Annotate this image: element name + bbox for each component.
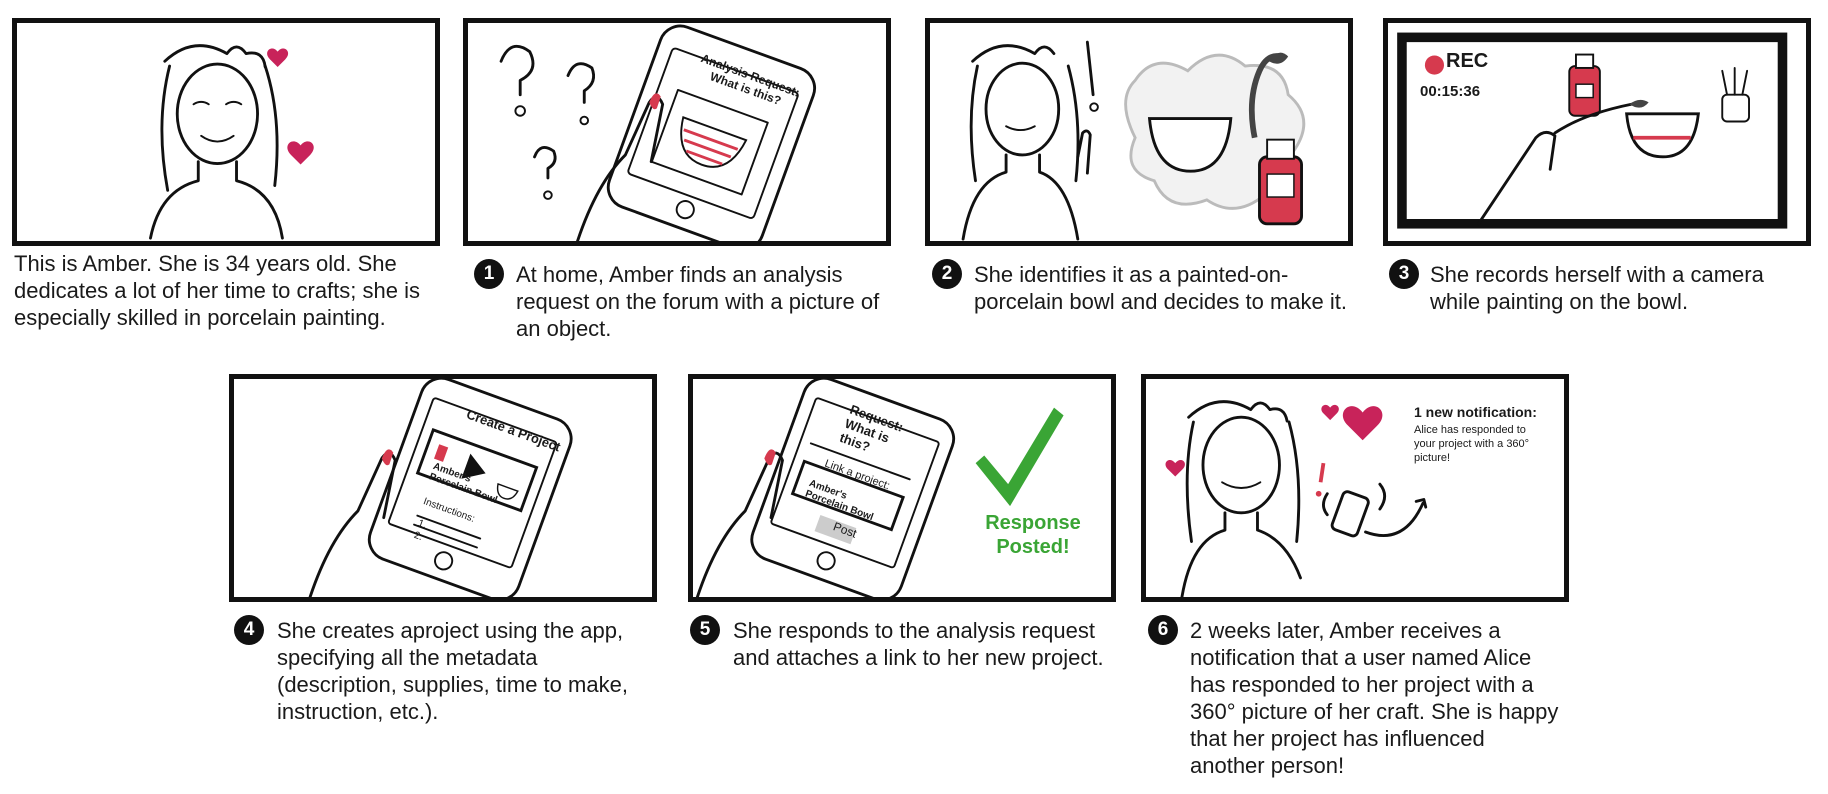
question-mark-icon bbox=[533, 146, 557, 180]
record-icon bbox=[1424, 55, 1445, 75]
amber-idea-illustration bbox=[961, 40, 1306, 241]
panel-1-caption: At home, Amber finds an analysis request… bbox=[516, 262, 880, 341]
panel-2-caption: She identifies it as a painted-on-porcel… bbox=[974, 262, 1347, 314]
vibration-icon bbox=[1322, 482, 1387, 517]
step-number-1: 1 bbox=[474, 259, 504, 289]
notification-title: 1 new notification: bbox=[1414, 404, 1537, 420]
heart-icon bbox=[1321, 404, 1339, 421]
phone-analysis-request-illustration bbox=[499, 24, 817, 241]
panel-6: 1 new notification: Alice has responded … bbox=[1141, 374, 1569, 602]
response-posted-text: Response Posted! bbox=[985, 512, 1081, 558]
heart-icon bbox=[1165, 459, 1185, 477]
phone-icon bbox=[1330, 490, 1370, 538]
rec-timer: 00:15:36 bbox=[1420, 83, 1481, 100]
question-mark-icon bbox=[566, 62, 596, 104]
step-number-3: 3 bbox=[1389, 259, 1419, 289]
panel-1: Analysis Request: What is this? bbox=[463, 18, 891, 246]
response-phone-illustration bbox=[695, 379, 1064, 597]
panel-4-caption: She creates aproject using the app, spec… bbox=[277, 618, 628, 724]
panel-6-caption: 2 weeks later, Amber receives a notifica… bbox=[1190, 618, 1559, 778]
exclamation-icon bbox=[1085, 40, 1095, 97]
panel-4: Create a Project Amber's Porcelain Bowl … bbox=[229, 374, 657, 602]
brush-cup-icon bbox=[1721, 93, 1750, 123]
panel-5: Request: What is this? Link a project: A… bbox=[688, 374, 1116, 602]
heart-icon bbox=[287, 141, 314, 165]
checkmark-icon bbox=[975, 407, 1064, 507]
panel-2 bbox=[925, 18, 1353, 246]
bowl-icon bbox=[1625, 112, 1700, 159]
panel-3-caption: She records herself with a camera while … bbox=[1430, 262, 1764, 314]
panel-3: REC 00:15:36 bbox=[1383, 18, 1811, 246]
notification-body: Alice has responded to your project with… bbox=[1414, 424, 1530, 464]
heart-icon bbox=[267, 48, 289, 67]
step-number-5: 5 bbox=[690, 615, 720, 645]
step-number-4: 4 bbox=[234, 615, 264, 645]
step-number-6: 6 bbox=[1148, 615, 1178, 645]
rec-label: REC bbox=[1446, 50, 1489, 72]
panel-5-caption: She responds to the analysis request and… bbox=[733, 618, 1104, 670]
question-mark-icon bbox=[499, 44, 535, 97]
intro-caption: This is Amber. She is 34 years old. She … bbox=[14, 251, 420, 330]
step-number-2: 2 bbox=[932, 259, 962, 289]
amber-smiling-illustration bbox=[149, 44, 314, 240]
create-project-phone-illustration bbox=[308, 379, 573, 597]
exclamation-icon bbox=[1318, 462, 1326, 483]
heart-icon bbox=[1342, 406, 1383, 441]
intro-panel bbox=[12, 18, 440, 246]
